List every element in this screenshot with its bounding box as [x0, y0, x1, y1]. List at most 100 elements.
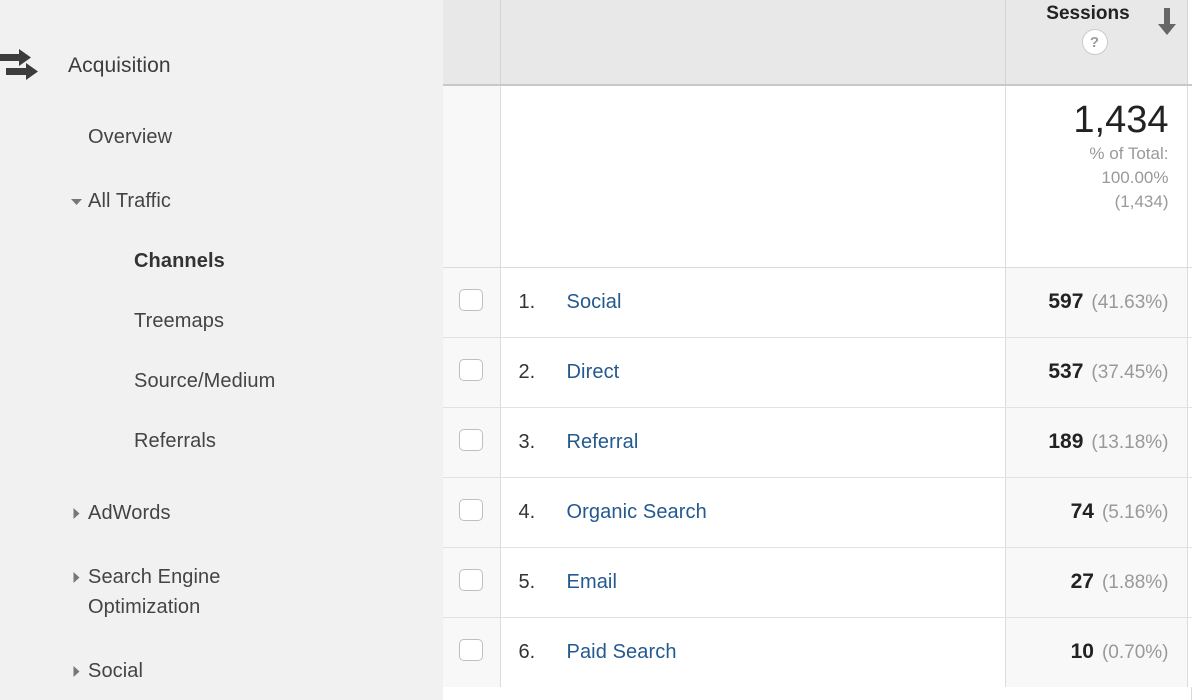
table-row: 5.Email27(1.88%) [443, 547, 1192, 617]
row-dimension-cell: 3.Referral [500, 407, 1005, 477]
row-checkbox[interactable] [459, 289, 483, 311]
sidebar-item-treemaps[interactable]: Treemaps [0, 306, 443, 336]
row-checkbox[interactable] [459, 429, 483, 451]
row-checkbox-cell[interactable] [443, 337, 500, 407]
table-bottom-filler [443, 687, 1192, 700]
header-checkbox-column [443, 0, 500, 85]
analytics-channels-page: Acquisition Overview All Traffic Channels T… [0, 0, 1192, 700]
chevron-right-icon[interactable] [70, 656, 84, 686]
row-checkbox[interactable] [459, 499, 483, 521]
row-index: 4. [519, 501, 567, 524]
row-dimension-cell: 1.Social [500, 267, 1005, 337]
row-edge-cell [1187, 337, 1192, 407]
row-dimension-cell: 6.Paid Search [500, 617, 1005, 687]
channel-link[interactable]: Direct [567, 361, 620, 383]
table-row: 3.Referral 189 (13.18%) [443, 407, 1192, 477]
sidebar-item-label: Search Engine Optimization [88, 562, 320, 622]
totals-percent-label: % of Total: [1006, 142, 1169, 166]
row-sessions-value: 74 [1071, 500, 1094, 523]
row-edge-cell [1187, 477, 1192, 547]
sidebar-item-label: Channels [134, 246, 225, 276]
channel-link[interactable]: Social [567, 291, 622, 313]
row-checkbox[interactable] [459, 639, 483, 661]
row-sessions-value: 27 [1071, 570, 1094, 593]
chevron-right-icon[interactable] [70, 562, 84, 592]
row-checkbox-cell[interactable] [443, 407, 500, 477]
row-checkbox[interactable] [459, 569, 483, 591]
row-dimension-cell: 2.Direct [500, 337, 1005, 407]
table-row: 4.Organic Search 74 (5.16%) [443, 477, 1192, 547]
row-dimension-cell: 4.Organic Search [500, 477, 1005, 547]
row-sessions-percent: (5.16%) [1102, 502, 1169, 523]
row-index: 2. [519, 361, 567, 384]
sidebar-item-label: Source/Medium [134, 366, 275, 396]
table-body: 1.Social 597 (41.63%) 2.Direct 537 (37.45%) 3.… [443, 267, 1192, 687]
row-checkbox-cell[interactable] [443, 267, 500, 337]
totals-dimension-cell [500, 85, 1005, 267]
channel-link[interactable]: Email [567, 571, 618, 593]
row-checkbox[interactable] [459, 359, 483, 381]
row-sessions-percent: (41.63%) [1091, 292, 1168, 313]
sidebar-item-search-engine-optimization[interactable]: Search Engine Optimization [0, 562, 320, 622]
row-index: 5. [519, 571, 567, 594]
header-dimension-column [500, 0, 1005, 85]
row-sessions-percent: (0.70%) [1102, 642, 1169, 663]
row-sessions-percent: (37.45%) [1091, 362, 1168, 383]
row-dimension-cell: 5.Email [500, 547, 1005, 617]
sidebar-item-all-traffic[interactable]: All Traffic [0, 186, 443, 216]
channel-link[interactable]: Organic Search [567, 501, 707, 523]
row-index: 3. [519, 431, 567, 454]
chevron-down-icon[interactable] [70, 186, 84, 216]
row-edge-cell [1187, 617, 1192, 687]
sidebar-item-label: Overview [88, 122, 172, 152]
row-sessions-cell: 537 (37.45%) [1005, 337, 1187, 407]
totals-percent-value: 100.00% [1006, 166, 1169, 190]
row-checkbox-cell[interactable] [443, 617, 500, 687]
totals-value: 1,434 [1006, 98, 1169, 142]
row-index: 1. [519, 291, 567, 314]
row-sessions-cell: 27(1.88%) [1005, 547, 1187, 617]
sidebar-item-adwords[interactable]: AdWords [0, 498, 443, 528]
help-icon[interactable]: ? [1082, 29, 1108, 55]
sidebar-item-label: Referrals [134, 426, 216, 456]
channel-link[interactable]: Paid Search [567, 641, 677, 663]
sidebar-item-social[interactable]: Social [0, 656, 443, 686]
channels-table: Sessions ? [443, 0, 1192, 688]
header-sessions-column[interactable]: Sessions ? [1005, 0, 1187, 85]
totals-checkbox-cell [443, 85, 500, 267]
row-sessions-value: 597 [1048, 290, 1083, 313]
acquisition-arrows-icon [0, 44, 44, 88]
row-index: 6. [519, 641, 567, 664]
row-sessions-value: 189 [1048, 430, 1083, 453]
row-edge-cell [1187, 547, 1192, 617]
channel-link[interactable]: Referral [567, 431, 639, 453]
table-row: 6.Paid Search10(0.70%) [443, 617, 1192, 687]
row-edge-cell [1187, 267, 1192, 337]
header-edge-column [1187, 0, 1192, 85]
sort-descending-arrow-icon[interactable] [1155, 8, 1179, 42]
sidebar-item-channels[interactable]: Channels [0, 246, 443, 276]
row-sessions-value: 537 [1048, 360, 1083, 383]
left-navigation-sidebar: Acquisition Overview All Traffic Channels T… [0, 0, 443, 700]
nav-section-title: Acquisition [68, 54, 171, 78]
sidebar-item-overview[interactable]: Overview [0, 122, 443, 152]
row-checkbox-cell[interactable] [443, 477, 500, 547]
row-sessions-cell: 74 (5.16%) [1005, 477, 1187, 547]
table-row: 2.Direct 537 (37.45%) [443, 337, 1192, 407]
row-sessions-percent: (13.18%) [1091, 432, 1168, 453]
sidebar-item-referrals[interactable]: Referrals [0, 426, 443, 456]
nav-section-acquisition[interactable]: Acquisition [0, 44, 443, 88]
row-sessions-cell: 10(0.70%) [1005, 617, 1187, 687]
channels-data-table-area: Sessions ? [443, 0, 1192, 700]
sidebar-item-label: All Traffic [88, 186, 171, 216]
sidebar-item-label: Social [88, 656, 143, 686]
sidebar-item-source-medium[interactable]: Source/Medium [0, 366, 443, 396]
totals-absolute-value: (1,434) [1006, 190, 1169, 214]
sidebar-item-label: Treemaps [134, 306, 224, 336]
chevron-right-icon[interactable] [70, 498, 84, 528]
totals-edge-cell [1187, 85, 1192, 267]
sidebar-item-label: AdWords [88, 498, 171, 528]
table-header-row: Sessions ? [443, 0, 1192, 85]
row-checkbox-cell[interactable] [443, 547, 500, 617]
totals-sessions-cell: 1,434 % of Total: 100.00% (1,434) [1005, 85, 1187, 267]
